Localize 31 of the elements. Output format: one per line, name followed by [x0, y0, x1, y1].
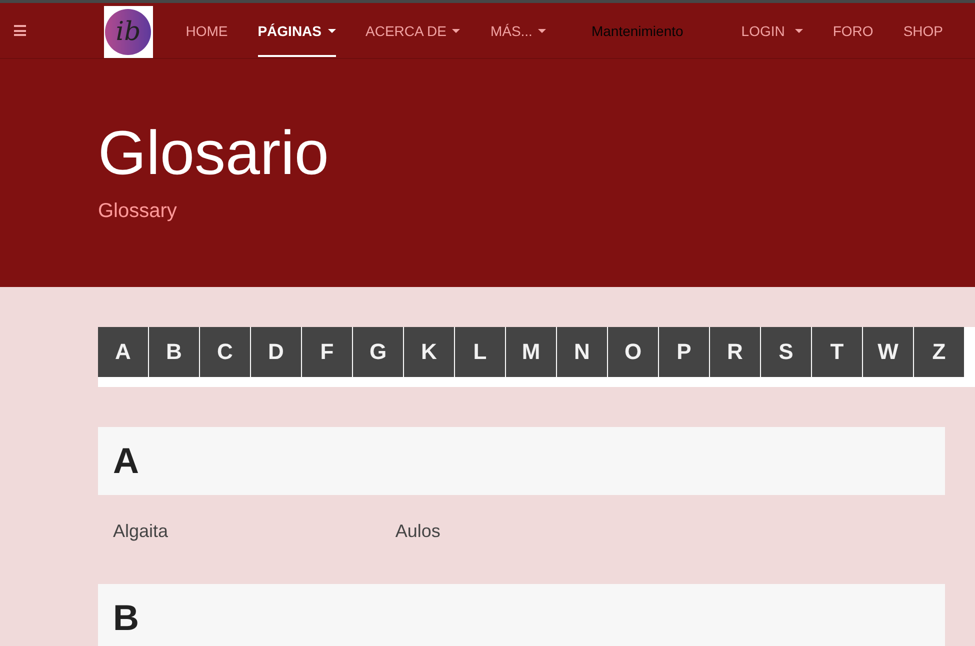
- letter-link[interactable]: S: [761, 327, 811, 377]
- page-subtitle: Glossary: [98, 199, 178, 223]
- letter-link[interactable]: D: [251, 327, 301, 377]
- letter-link[interactable]: P: [659, 327, 709, 377]
- section-heading: A: [98, 427, 945, 495]
- letter-link[interactable]: T: [812, 327, 862, 377]
- letter-link[interactable]: C: [200, 327, 250, 377]
- letter-link[interactable]: F: [302, 327, 352, 377]
- nav-link[interactable]: ACERCA DE: [350, 3, 476, 58]
- letter-link[interactable]: M: [506, 327, 556, 377]
- letter-link[interactable]: B: [149, 327, 199, 377]
- letter-link[interactable]: G: [353, 327, 403, 377]
- letter-link[interactable]: N: [557, 327, 607, 377]
- letter-link[interactable]: Z: [914, 327, 964, 377]
- letter-link[interactable]: A: [98, 327, 148, 377]
- letter-link[interactable]: W: [863, 327, 913, 377]
- page-title: Glosario: [98, 120, 330, 188]
- letter-link[interactable]: L: [455, 327, 505, 377]
- letter-link[interactable]: O: [608, 327, 658, 377]
- letter-link[interactable]: K: [404, 327, 454, 377]
- glossary-term[interactable]: Aulos: [395, 519, 440, 544]
- nav-link[interactable]: LOGIN: [726, 3, 818, 58]
- nav-link[interactable]: PÁGINAS: [242, 3, 351, 58]
- glossary-term[interactable]: Algaita: [113, 519, 168, 544]
- menu-icon[interactable]: [14, 25, 26, 36]
- nav-link[interactable]: MÁS...: [475, 3, 562, 58]
- nav-link[interactable]: SHOP: [888, 3, 958, 58]
- nav-link[interactable]: HOME: [170, 3, 243, 58]
- letter-link[interactable]: R: [710, 327, 760, 377]
- section-heading: B: [98, 584, 945, 646]
- nav-link[interactable]: FORO: [818, 3, 888, 58]
